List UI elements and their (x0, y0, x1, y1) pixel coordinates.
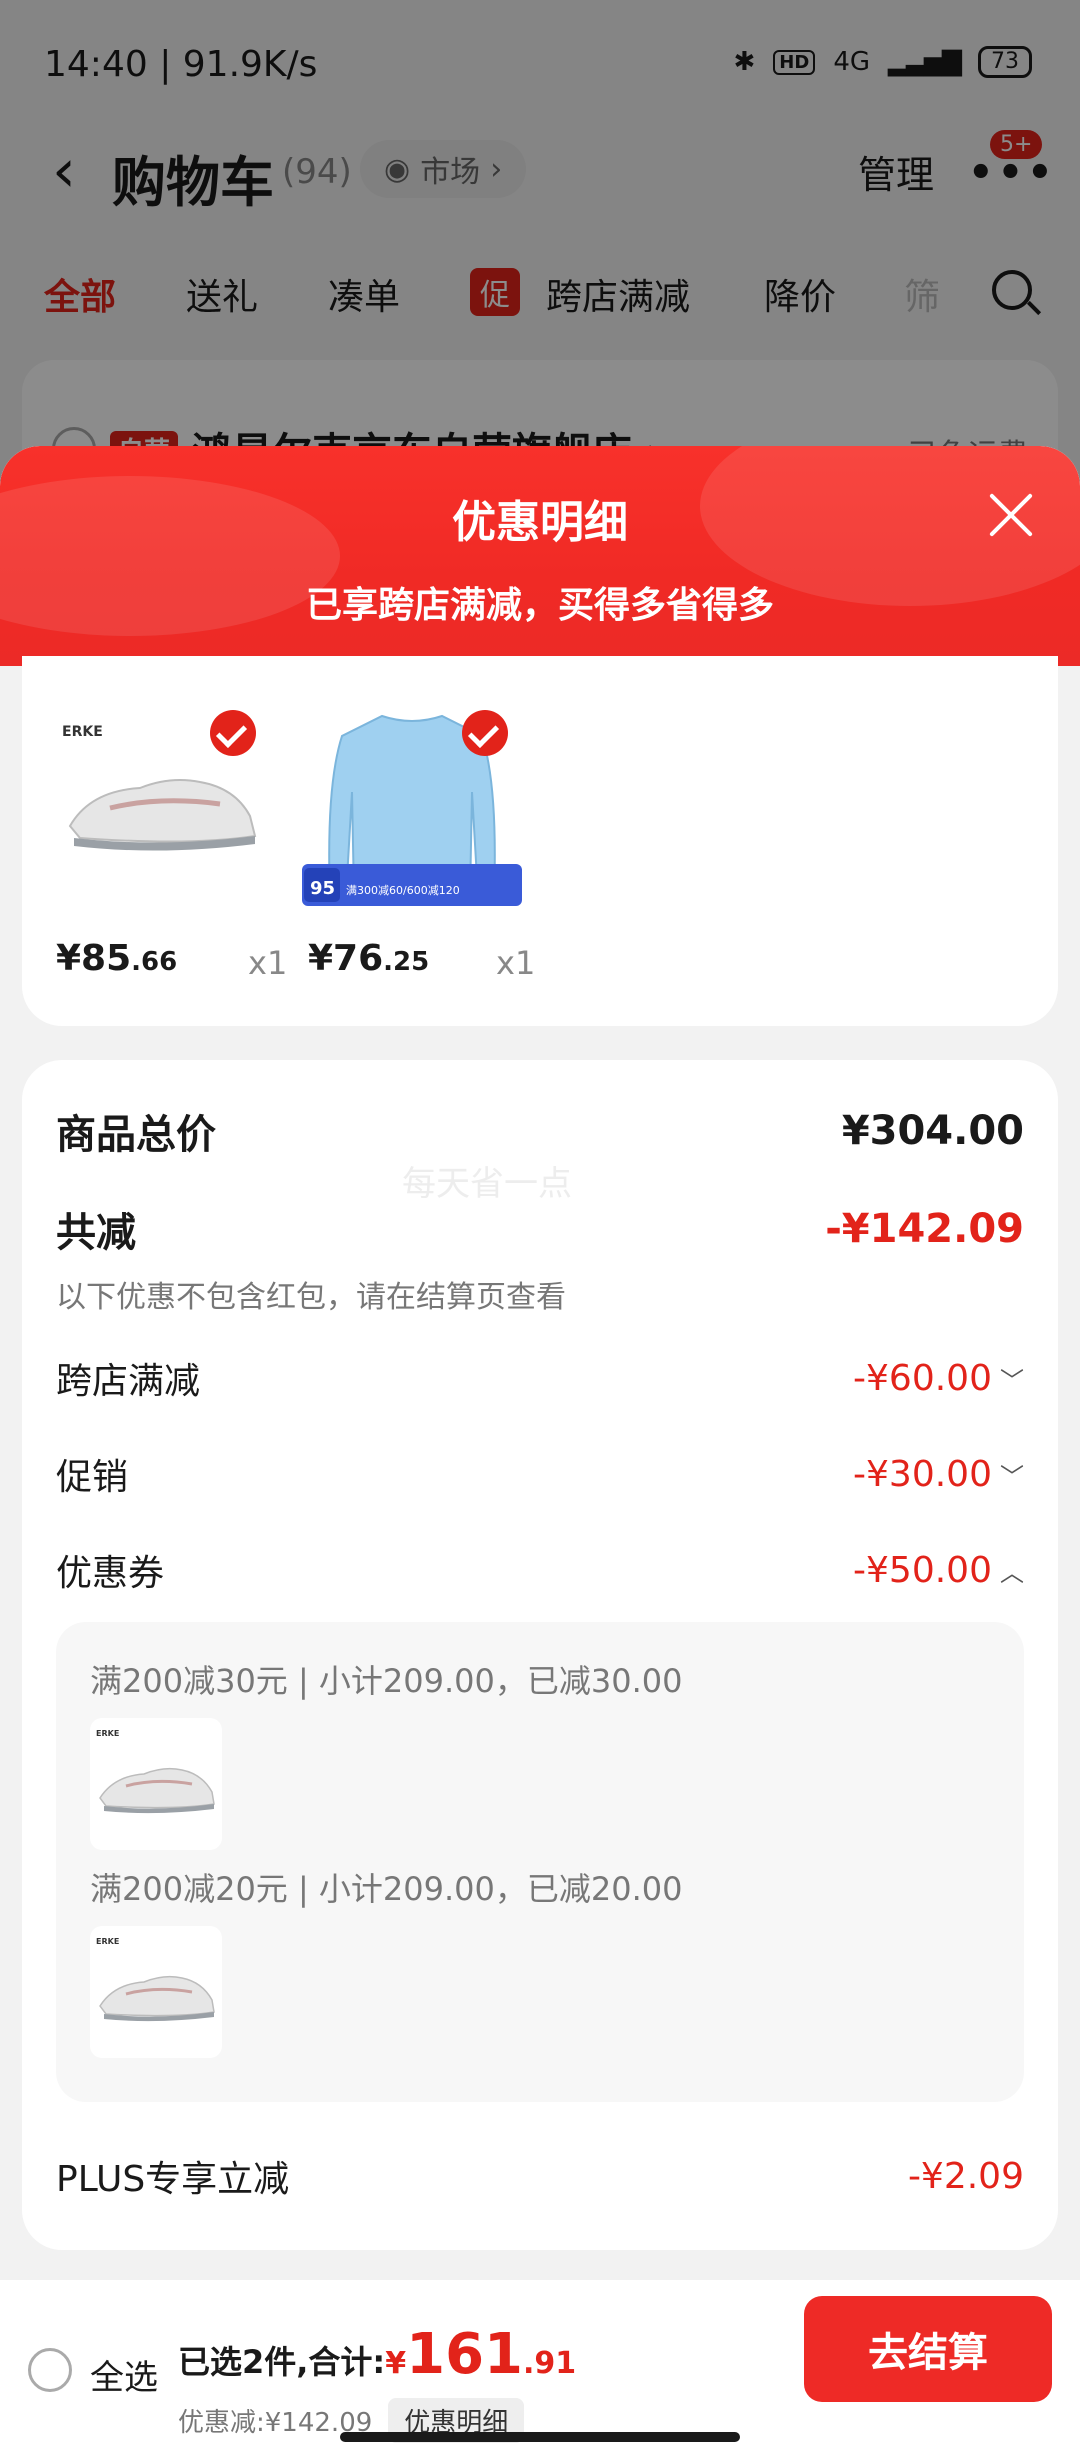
select-all-label[interactable]: 全选 (90, 2350, 158, 2399)
price-decimal: .25 (383, 947, 430, 977)
total-integer: 161 (406, 2322, 524, 2387)
chevron-up-icon[interactable]: ︿ (1000, 1553, 1024, 1588)
close-icon[interactable] (986, 490, 1036, 540)
goods-qty: x1 (496, 944, 536, 982)
watermark: 每天省一点 (402, 1164, 572, 1204)
cross-store-label: 跨店满减 (56, 1361, 201, 1402)
plus-value: -¥2.09 (907, 2155, 1024, 2197)
plus-row: PLUS专享立减 -¥2.09 (56, 2150, 1024, 2202)
goods-price: ¥85.66 (56, 938, 177, 979)
home-indicator[interactable] (340, 2432, 740, 2442)
price-integer: ¥85 (56, 938, 132, 979)
brand-logo: ERKE (96, 1937, 119, 1946)
coupon-row[interactable]: 优惠券 -¥50.00 ︿ (56, 1544, 1024, 1596)
checked-icon[interactable] (462, 710, 508, 756)
brand-logo: ERKE (96, 1729, 119, 1738)
cross-store-row[interactable]: 跨店满减 -¥60.00 ﹀ (56, 1352, 1024, 1404)
goods-qty: x1 (248, 944, 288, 982)
reduce-row: 共减 -¥142.09 (56, 1200, 1024, 1258)
total-label: 商品总价 (56, 1112, 216, 1158)
price-decimal: .66 (131, 947, 178, 977)
reduce-label: 共减 (56, 1210, 136, 1256)
total-value: ¥304.00 (841, 1108, 1024, 1154)
coupon-shoe-thumbnail: ERKE (90, 1718, 222, 1850)
cross-store-amount: -¥60.00 ﹀ (853, 1358, 1024, 1399)
promo-value: -¥30.00 (853, 1453, 992, 1495)
discount-detail-card: 每天省一点 商品总价 ¥304.00 共减 -¥142.09 以下优惠不包含红包… (22, 1060, 1058, 2250)
sheet-header: 优惠明细 已享跨店满减，买得多省得多 (0, 446, 1080, 666)
brand-logo: ERKE (62, 724, 103, 740)
badge-number: 95 (310, 878, 335, 899)
discount-detail-sheet: 优惠明细 已享跨店满减，买得多省得多 ERKE ¥85.66 x1 95 满30… (0, 446, 1080, 2460)
sheet-title: 优惠明细 (452, 497, 628, 548)
reduce-value: -¥142.09 (825, 1206, 1024, 1252)
currency-symbol: ¥ (385, 2346, 407, 2381)
banner-text: 满300减60/600减120 (346, 884, 460, 897)
chevron-down-icon[interactable]: ﹀ (1000, 1361, 1024, 1396)
total-decimal: .91 (523, 2346, 577, 2381)
total-line: 已选2件,合计: ¥ 161 .91 (178, 2322, 576, 2387)
promo-row[interactable]: 促销 -¥30.00 ﹀ (56, 1448, 1024, 1500)
chevron-down-icon[interactable]: ﹀ (1000, 1457, 1024, 1492)
coupon-value: -¥50.00 (853, 1549, 992, 1591)
promo-label: 促销 (56, 1457, 129, 1498)
coupon-shoe-thumbnail: ERKE (90, 1926, 222, 2058)
coupon-amount: -¥50.00 ︿ (853, 1550, 1024, 1591)
sheet-subtitle: 已享跨店满减，买得多省得多 (305, 585, 774, 626)
total-row: 商品总价 ¥304.00 (56, 1102, 1024, 1160)
goods-price: ¥76.25 (308, 938, 429, 979)
price-integer: ¥76 (308, 938, 384, 979)
checkout-button[interactable]: 去结算 (804, 2296, 1052, 2402)
goods-item[interactable]: ERKE (50, 696, 270, 956)
promo-amount: -¥30.00 ﹀ (853, 1454, 1024, 1495)
coupon-detail-box: 满200减30元 | 小计209.00，已减30.00 ERKE 满200减20… (56, 1622, 1024, 2102)
selected-goods-card: ERKE ¥85.66 x1 95 满300减60/600减120 ¥76.25… (22, 656, 1058, 1026)
selected-text: 已选2件,合计: (178, 2343, 386, 2381)
plus-label: PLUS专享立减 (56, 2159, 290, 2200)
goods-item[interactable]: 95 满300减60/600减120 (302, 696, 522, 956)
select-all-radio[interactable] (28, 2348, 72, 2392)
coupon-label: 优惠券 (56, 1553, 165, 1594)
cross-store-value: -¥60.00 (853, 1357, 992, 1399)
coupon-line: 满200减30元 | 小计209.00，已减30.00 (90, 1662, 683, 1700)
discount-note: 以下优惠不包含红包，请在结算页查看 (56, 1280, 566, 1315)
coupon-line: 满200减20元 | 小计209.00，已减20.00 (90, 1870, 683, 1908)
checked-icon[interactable] (210, 710, 256, 756)
